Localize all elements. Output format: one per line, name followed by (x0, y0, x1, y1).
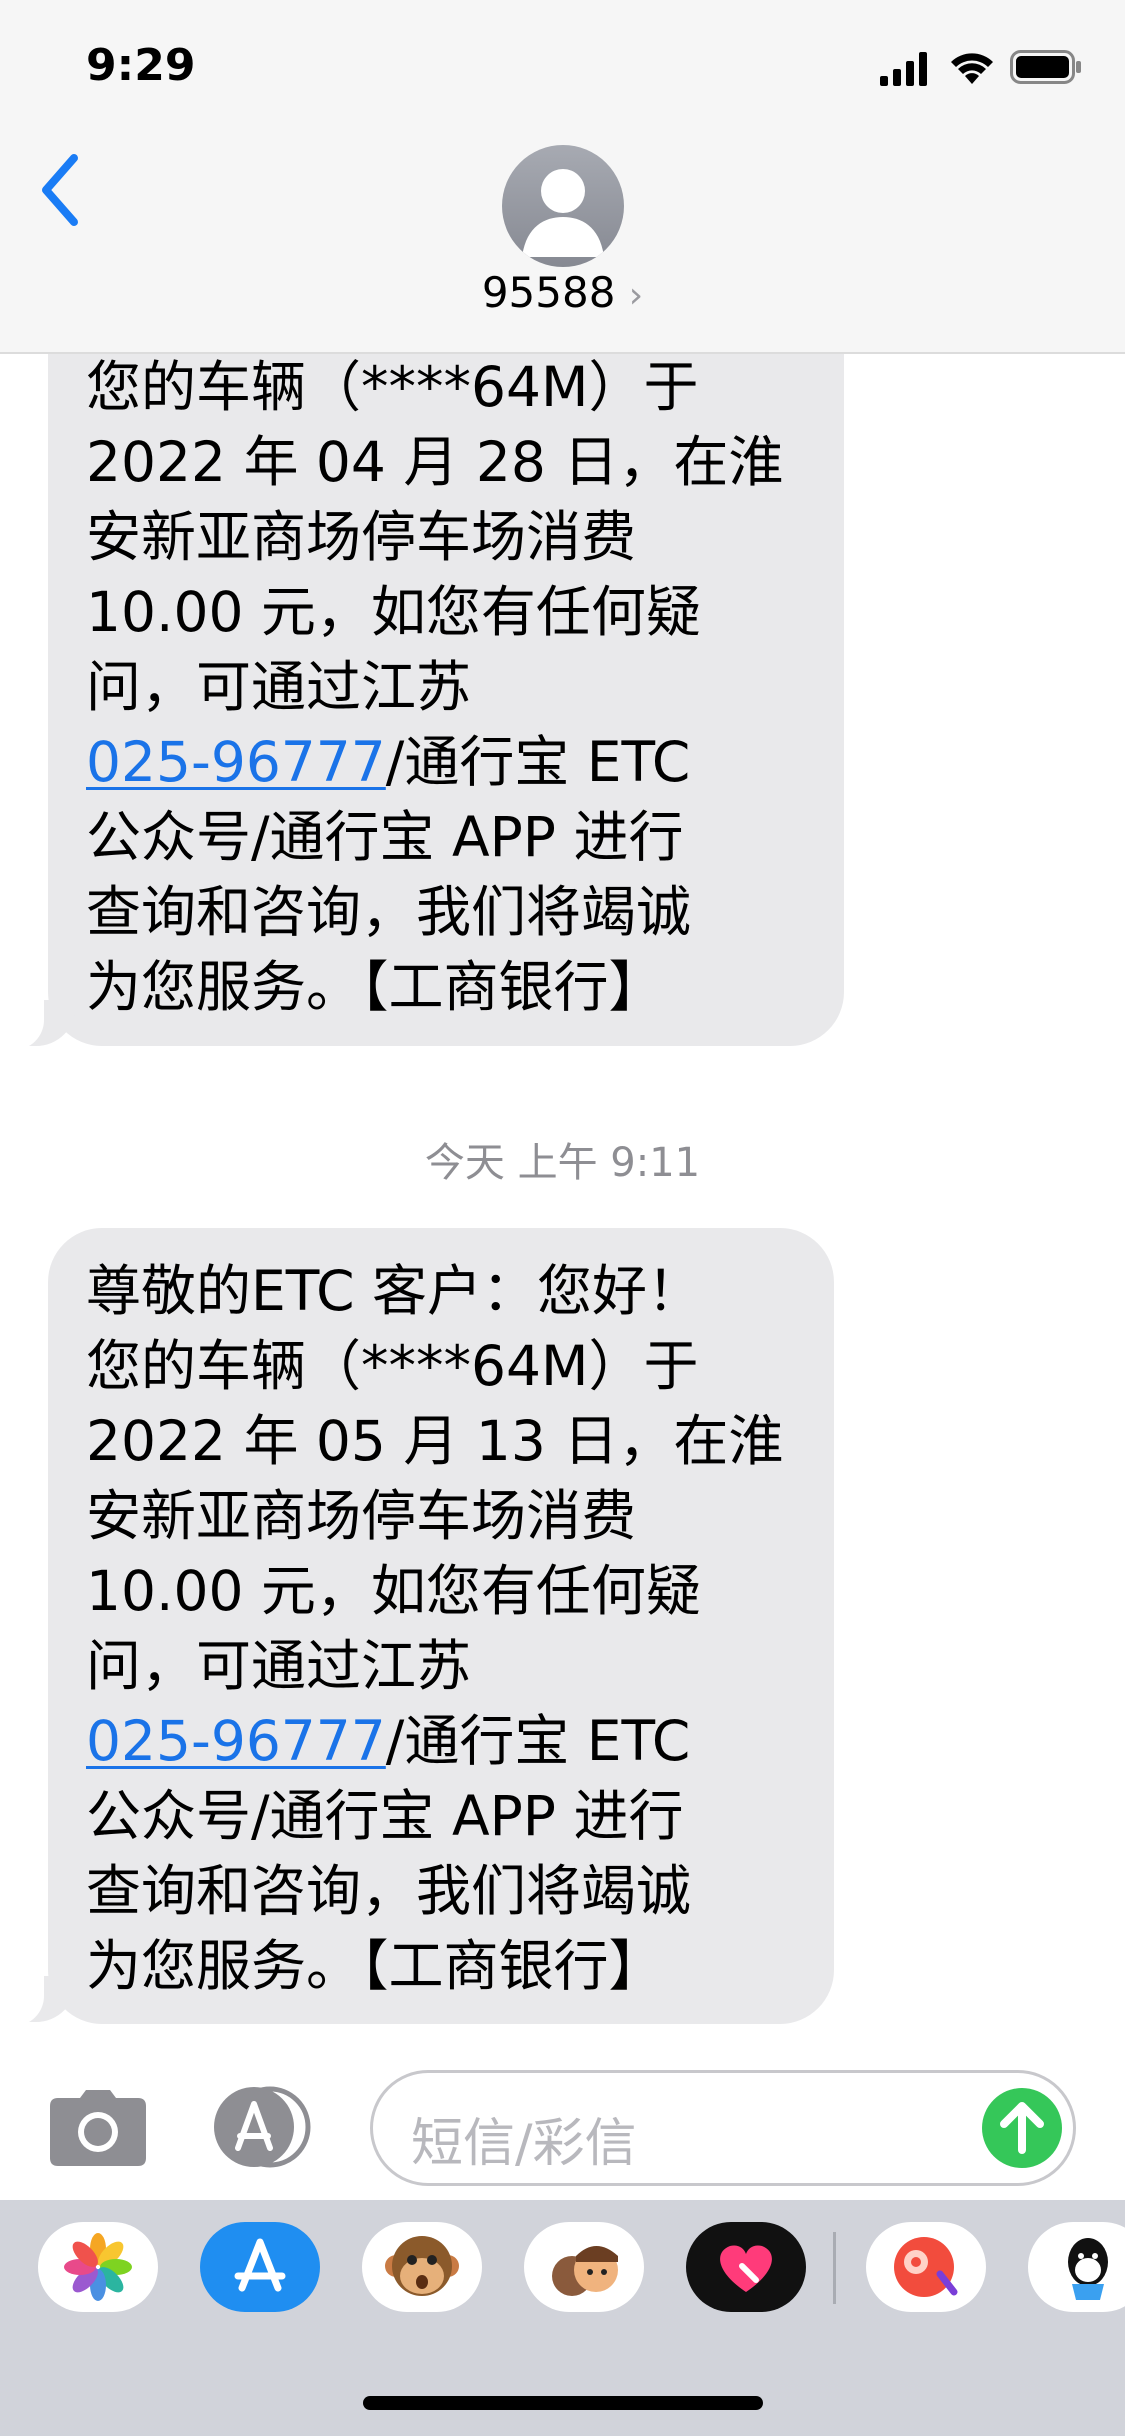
arrow-up-icon (1000, 2102, 1044, 2154)
message-line: 查询和咨询，我们将竭诚 (86, 880, 692, 944)
memoji-icon[interactable] (524, 2222, 644, 2312)
message-line: 2022 年 05 月 13 日，在淮 (86, 1409, 784, 1473)
message-line: 公众号/通行宝 APP 进行 (86, 805, 684, 869)
message-line: 问，可通过江苏 (86, 1634, 472, 1698)
message-input[interactable]: 短信/彩信 (370, 2070, 1076, 2186)
animoji-monkey-icon[interactable] (362, 2222, 482, 2312)
message-text: /通行宝 ETC (385, 730, 691, 794)
contact-name[interactable]: 95588 › (0, 268, 1125, 317)
back-chevron-icon[interactable] (36, 150, 84, 230)
send-button[interactable] (982, 2088, 1062, 2168)
message-input-placeholder: 短信/彩信 (411, 2114, 637, 2174)
camera-icon[interactable] (50, 2090, 146, 2166)
contact-avatar[interactable] (502, 145, 624, 267)
message-line: 查询和咨询，我们将竭诚 (86, 1859, 692, 1923)
status-time: 9:29 (86, 40, 196, 91)
photos-icon[interactable] (38, 2222, 158, 2312)
message-line: 尊敬的ETC 客户：您好！ (86, 1259, 703, 1323)
app-store-button-icon[interactable] (210, 2086, 316, 2168)
message-line: 2022 年 04 月 28 日，在淮 (86, 430, 784, 494)
message-line: 问，可通过江苏 (86, 655, 472, 719)
qq-icon[interactable] (1028, 2222, 1125, 2312)
message-bubble[interactable]: 您的车辆（****64M）于 2022 年 04 月 28 日，在淮 安新亚商场… (48, 300, 844, 1046)
conversation-header: 9:29 95588 › (0, 0, 1125, 354)
app-store-icon[interactable] (200, 2222, 320, 2312)
message-line: 安新亚商场停车场消费 (86, 1484, 637, 1548)
message-bubble[interactable]: 尊敬的ETC 客户：您好！ 您的车辆（****64M）于 2022 年 05 月… (48, 1228, 834, 2024)
message-line: 025-96777/通行宝 ETC (86, 725, 804, 800)
message-text: /通行宝 ETC (385, 1709, 691, 1773)
phone-link[interactable]: 025-96777 (86, 730, 386, 794)
message-line: 您的车辆（****64M）于 (86, 355, 699, 419)
message-line: 公众号/通行宝 APP 进行 (86, 1784, 684, 1848)
message-line: 您的车辆（****64M）于 (86, 1334, 699, 1398)
battery-icon (1010, 50, 1081, 84)
message-line: 安新亚商场停车场消费 (86, 505, 637, 569)
person-icon (522, 169, 604, 257)
message-line: 10.00 元，如您有任何疑 (86, 1559, 701, 1623)
cellular-signal-icon (880, 52, 927, 86)
chevron-right-icon: › (628, 275, 644, 316)
wifi-icon (951, 53, 993, 84)
phone-link[interactable]: 025-96777 (86, 1709, 386, 1773)
home-indicator[interactable] (363, 2396, 763, 2410)
message-line: 10.00 元，如您有任何疑 (86, 580, 701, 644)
app-strip-divider (833, 2232, 836, 2304)
message-timestamp: 今天 上午 9:11 (424, 1140, 701, 1186)
message-line: 为您服务。【工商银行】 (86, 955, 664, 1019)
music-app-icon[interactable] (866, 2222, 986, 2312)
contact-number: 95588 (481, 268, 616, 317)
message-line: 为您服务。【工商银行】 (86, 1934, 664, 1998)
message-line: 025-96777/通行宝 ETC (86, 1704, 794, 1779)
digital-touch-icon[interactable] (686, 2222, 806, 2312)
